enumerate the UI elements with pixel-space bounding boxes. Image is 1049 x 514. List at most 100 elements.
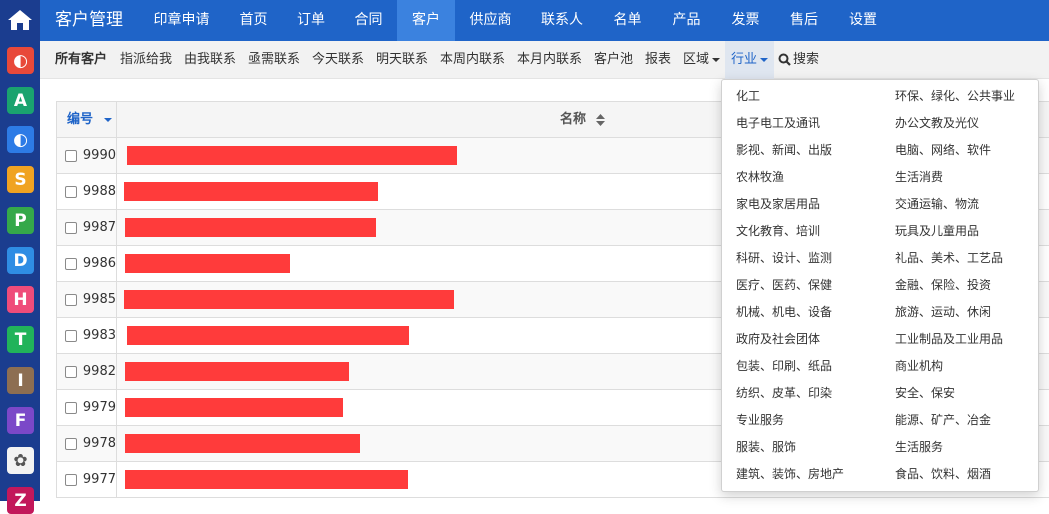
chevron-down-icon [760,57,769,62]
id-cell: 9990 [57,138,117,173]
id-cell: 9982 [57,354,117,389]
industry-option[interactable]: 机械、机电、设备 [736,299,832,326]
nav-tab-4[interactable]: 合同 [340,0,397,41]
industry-option[interactable]: 办公文教及光仪 [895,110,979,137]
filter-customer-pool[interactable]: 客户池 [594,41,633,79]
industry-option[interactable]: 安全、保安 [895,380,955,407]
nav-tab-12[interactable]: 设置 [833,0,893,41]
filter-all-customers[interactable]: 所有客户 [55,41,107,79]
industry-option[interactable]: 食品、饮料、烟酒 [895,461,991,488]
filter-contact-this-month[interactable]: 本月内联系 [517,41,582,79]
nav-tab-11[interactable]: 售后 [775,0,833,41]
row-checkbox[interactable] [65,221,77,234]
redacted-name-bar[interactable] [127,146,457,165]
industry-option[interactable]: 化工 [736,83,760,110]
row-checkbox[interactable] [65,365,77,378]
redacted-name-bar[interactable] [125,470,408,489]
row-checkbox[interactable] [65,185,77,198]
filter-contacted-by-me[interactable]: 由我联系 [184,41,236,79]
industry-option[interactable]: 环保、绿化、公共事业 [895,83,1015,110]
industry-option[interactable]: 生活消费 [895,164,943,191]
row-checkbox[interactable] [65,401,77,414]
industry-option[interactable]: 影视、新闻、出版 [736,137,832,164]
redacted-name-bar[interactable] [127,326,409,345]
industry-option[interactable]: 交通运输、物流 [895,191,979,218]
nav-tab-8[interactable]: 名单 [598,0,657,41]
industry-option[interactable]: 建筑、装饰、房地产 [736,461,844,488]
industry-option[interactable]: 能源、矿产、冶金 [895,407,991,434]
search-button[interactable]: 搜索 [778,41,819,79]
app-launcher-3[interactable]: ◐ [7,126,34,153]
column-header-id[interactable]: 编号 [57,102,117,138]
redacted-name-bar[interactable] [125,398,343,417]
nav-tab-3[interactable]: 订单 [282,0,340,41]
app-launcher-1[interactable]: ◐ [7,47,34,74]
row-checkbox[interactable] [65,473,77,486]
industry-option[interactable]: 商业机构 [895,353,943,380]
app-launcher-9[interactable]: I [7,367,34,394]
industry-option[interactable]: 电脑、网络、软件 [895,137,991,164]
customer-filter-bar: 所有客户 指派给我 由我联系 亟需联系 今天联系 明天联系 本周内联系 本月内联… [40,41,1049,79]
id-cell: 9979 [57,390,117,425]
row-id: 9985 [82,292,116,307]
app-brand-title[interactable]: 客户管理 [55,0,123,41]
row-id: 9977 [82,472,116,487]
industry-option[interactable]: 医疗、医药、保健 [736,272,832,299]
filter-assigned-to-me[interactable]: 指派给我 [120,41,172,79]
industry-option[interactable]: 专业服务 [736,407,784,434]
industry-option[interactable]: 纺织、皮革、印染 [736,380,832,407]
row-checkbox[interactable] [65,257,77,270]
industry-option[interactable]: 家电及家居用品 [736,191,820,218]
industry-option[interactable]: 农林牧渔 [736,164,784,191]
home-button[interactable] [0,0,40,40]
app-launcher-7[interactable]: H [7,286,34,313]
industry-option[interactable]: 金融、保险、投资 [895,272,991,299]
row-id: 9982 [82,364,116,379]
row-id: 9979 [82,400,116,415]
app-launcher-2[interactable]: A [7,87,34,114]
redacted-name-bar[interactable] [125,218,376,237]
industry-option[interactable]: 包装、印刷、纸品 [736,353,832,380]
app-launcher-8[interactable]: T [7,326,34,353]
redacted-name-bar[interactable] [124,290,454,309]
nav-tab-10[interactable]: 发票 [716,0,775,41]
redacted-name-bar[interactable] [125,434,360,453]
row-id: 9983 [82,328,116,343]
filter-contact-today[interactable]: 今天联系 [312,41,364,79]
nav-tab-7[interactable]: 联系人 [526,0,598,41]
nav-tab-1[interactable]: 印章申请 [138,0,225,41]
region-dropdown[interactable]: 区域 [683,41,721,79]
row-checkbox[interactable] [65,437,77,450]
row-checkbox[interactable] [65,149,77,162]
industry-option[interactable]: 科研、设计、监测 [736,245,832,272]
redacted-name-bar[interactable] [125,362,349,381]
nav-tab-5[interactable]: 客户 [397,0,455,41]
nav-tab-2[interactable]: 首页 [225,0,282,41]
reports-link[interactable]: 报表 [645,41,671,79]
industry-option[interactable]: 礼品、美术、工艺品 [895,245,1003,272]
app-launcher-5[interactable]: P [7,207,34,234]
industry-option[interactable]: 服装、服饰 [736,434,796,461]
industry-option[interactable]: 文化教育、培训 [736,218,820,245]
industry-option[interactable]: 生活服务 [895,434,943,461]
industry-dropdown[interactable]: 行业 [725,41,775,79]
app-launcher-6[interactable]: D [7,247,34,274]
app-launcher-10[interactable]: F [7,407,34,434]
industry-option[interactable]: 玩具及儿童用品 [895,218,979,245]
app-launcher-11[interactable]: ✿ [7,447,34,474]
row-checkbox[interactable] [65,293,77,306]
industry-option[interactable]: 电子电工及通讯 [736,110,820,137]
industry-option[interactable]: 政府及社会团体 [736,326,820,353]
filter-contact-tomorrow[interactable]: 明天联系 [376,41,428,79]
app-launcher-4[interactable]: S [7,166,34,193]
industry-option[interactable]: 旅游、运动、休闲 [895,299,991,326]
industry-option[interactable]: 工业制品及工业用品 [895,326,1003,353]
row-checkbox[interactable] [65,329,77,342]
nav-tab-6[interactable]: 供应商 [455,0,526,41]
filter-urgent-contact[interactable]: 亟需联系 [248,41,300,79]
redacted-name-bar[interactable] [124,182,378,201]
filter-contact-this-week[interactable]: 本周内联系 [440,41,505,79]
top-nav: 客户管理 印章申请 首页 订单 合同 客户 供应商 联系人 名单 产品 发票 售后 设置 [40,0,1049,41]
redacted-name-bar[interactable] [125,254,290,273]
nav-tab-9[interactable]: 产品 [657,0,716,41]
